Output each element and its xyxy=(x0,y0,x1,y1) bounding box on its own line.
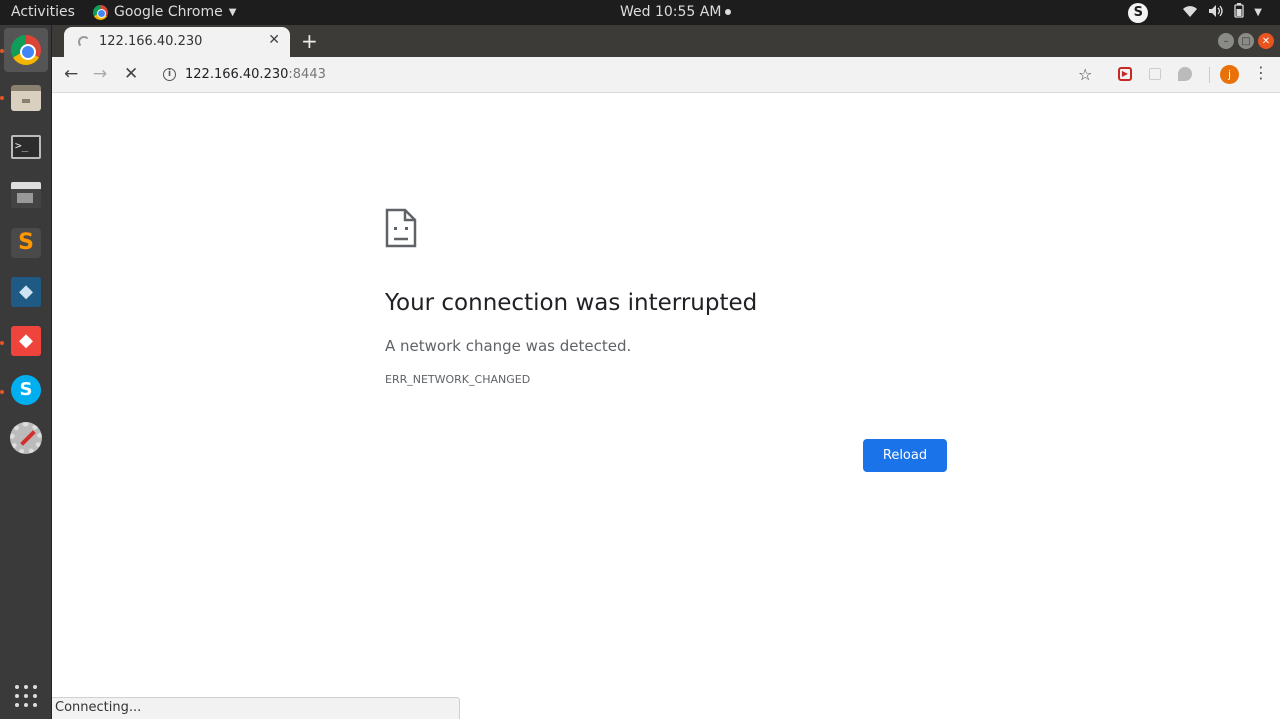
tab-title: 122.166.40.230 xyxy=(99,34,203,49)
profile-avatar[interactable]: j xyxy=(1220,65,1239,84)
notification-dot-icon xyxy=(725,9,732,15)
dock-files[interactable] xyxy=(4,76,48,120)
skype-tray-icon[interactable]: S xyxy=(1128,2,1149,23)
dock: >_ S ◆ ◆ S xyxy=(0,25,52,719)
address-bar[interactable]: 122.166.40.230:8443 xyxy=(185,67,326,82)
battery-icon xyxy=(1234,3,1244,22)
stop-loading-icon[interactable]: ✕ xyxy=(124,64,138,84)
close-window-icon[interactable]: ✕ xyxy=(1258,33,1274,49)
reload-button[interactable]: Reload xyxy=(863,439,947,472)
toolbar-separator xyxy=(1209,67,1210,83)
system-tools-icon xyxy=(10,422,42,454)
site-info-icon[interactable]: i xyxy=(163,68,176,81)
extension-red-icon[interactable]: ▶ xyxy=(1118,67,1132,81)
system-top-bar: Activities Google Chrome ▼ Wed 10:55 AM … xyxy=(0,0,1280,25)
tab-strip: 122.166.40.230 ✕ + – □ ✕ xyxy=(52,25,1280,57)
minimize-icon[interactable]: – xyxy=(1218,33,1234,49)
back-icon[interactable]: ← xyxy=(64,64,78,84)
error-description: A network change was detected. xyxy=(385,337,632,355)
maximize-icon[interactable]: □ xyxy=(1238,33,1254,49)
loading-spinner-icon xyxy=(78,36,90,48)
chrome-window: 122.166.40.230 ✕ + – □ ✕ ← → ✕ i 122.166… xyxy=(52,25,1280,719)
chrome-app-icon xyxy=(93,4,108,20)
dock-skype[interactable]: S xyxy=(4,368,48,412)
bookmark-star-icon[interactable]: ☆ xyxy=(1078,65,1092,84)
mysql-workbench-icon: ◆ xyxy=(11,277,41,307)
extension-grey-icon[interactable] xyxy=(1149,68,1161,80)
error-code: ERR_NETWORK_CHANGED xyxy=(385,373,531,386)
skype-icon: S xyxy=(11,375,41,405)
video-editor-icon xyxy=(11,182,41,208)
sad-page-icon xyxy=(385,208,417,248)
sublime-text-icon: S xyxy=(11,228,41,258)
wifi-icon xyxy=(1182,4,1198,22)
show-apps-icon[interactable] xyxy=(15,685,37,707)
tab-active[interactable]: 122.166.40.230 ✕ xyxy=(64,27,290,57)
volume-icon xyxy=(1208,4,1224,22)
dock-video-editor[interactable] xyxy=(4,173,48,217)
status-bubble: Connecting... xyxy=(52,697,460,719)
dock-sublime-text[interactable]: S xyxy=(4,221,48,265)
error-title: Your connection was interrupted xyxy=(385,290,758,316)
chrome-icon xyxy=(11,35,41,65)
browser-toolbar: ← → ✕ i 122.166.40.230:8443 ☆ ▶ j ⋮ xyxy=(52,57,1280,93)
new-tab-icon[interactable]: + xyxy=(301,29,318,53)
caret-down-icon: ▼ xyxy=(228,6,237,18)
clock-label: Wed 10:55 AM xyxy=(620,4,722,20)
menu-kebab-icon[interactable]: ⋮ xyxy=(1253,63,1269,82)
forward-icon[interactable]: → xyxy=(93,64,107,84)
system-tray[interactable]: S ▼ xyxy=(1128,2,1262,23)
power-menu-caret-icon[interactable]: ▼ xyxy=(1254,7,1262,18)
clock[interactable]: Wed 10:55 AM xyxy=(620,4,732,20)
page-content: Your connection was interrupted A networ… xyxy=(52,93,1280,719)
extension-chat-icon[interactable] xyxy=(1178,67,1192,81)
files-icon xyxy=(11,85,41,111)
url-host: 122.166.40.230 xyxy=(185,67,289,82)
window-controls: – □ ✕ xyxy=(1218,33,1274,49)
dock-mysql-workbench[interactable]: ◆ xyxy=(4,270,48,314)
dock-terminal[interactable]: >_ xyxy=(4,125,48,169)
dock-chrome[interactable] xyxy=(4,28,48,72)
app-menu-label: Google Chrome xyxy=(114,4,223,20)
anydesk-icon: ◆ xyxy=(11,326,41,356)
dock-anydesk[interactable]: ◆ xyxy=(4,319,48,363)
app-menu[interactable]: Google Chrome ▼ xyxy=(93,4,236,20)
terminal-icon: >_ xyxy=(11,135,41,159)
dock-system-tools[interactable] xyxy=(4,416,48,460)
tab-close-icon[interactable]: ✕ xyxy=(268,32,280,48)
activities-button[interactable]: Activities xyxy=(11,4,75,20)
url-port: :8443 xyxy=(288,67,326,82)
